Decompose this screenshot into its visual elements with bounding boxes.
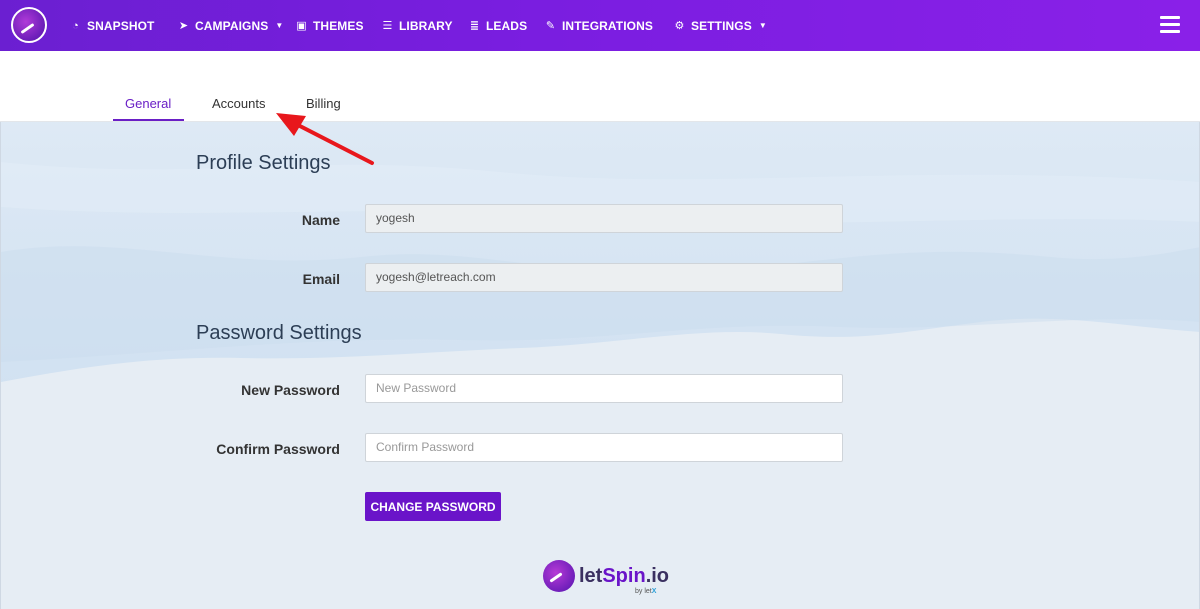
tab-billing[interactable]: Billing — [306, 96, 341, 119]
hamburger-menu-icon[interactable] — [1160, 16, 1180, 34]
logo-name-part1: let — [579, 565, 603, 587]
change-password-button[interactable]: CHANGE PASSWORD — [365, 492, 501, 521]
email-label: Email — [302, 271, 340, 287]
chevron-down-icon: ▼ — [275, 21, 284, 30]
nav-library[interactable]: ☰ LIBRARY — [381, 0, 453, 51]
logo-by-x: X — [651, 588, 657, 595]
nav-settings-label: SETTINGS — [691, 18, 752, 33]
nav-leads-label: LEADS — [486, 18, 528, 33]
new-password-label: New Password — [241, 382, 340, 398]
email-field[interactable]: yogesh@letreach.com — [365, 263, 843, 292]
nav-integrations[interactable]: ✎ INTEGRATIONS — [544, 0, 653, 51]
nav-themes[interactable]: ▣ THEMES — [295, 0, 364, 51]
watercolor-background — [1, 122, 1199, 609]
letspin-logo: letSpin.io by letX — [543, 560, 669, 595]
plug-icon: ✎ — [545, 20, 556, 32]
name-field[interactable]: yogesh — [365, 204, 843, 233]
nav-campaigns-label: CAMPAIGNS — [195, 18, 269, 33]
confirm-password-input[interactable]: Confirm Password — [365, 433, 843, 462]
list-icon: ☰ — [382, 20, 393, 32]
name-label: Name — [301, 212, 340, 228]
active-tab-indicator — [113, 119, 184, 121]
dashboard-icon: ◔ — [72, 19, 79, 32]
settings-tabs: General Accounts Billing — [0, 51, 1200, 122]
tab-accounts[interactable]: Accounts — [212, 96, 265, 119]
password-settings-title: Password Settings — [196, 322, 362, 344]
nav-campaigns[interactable]: ➤ CAMPAIGNS ▼ — [177, 0, 283, 51]
nav-integrations-label: INTEGRATIONS — [562, 18, 653, 33]
tab-general[interactable]: General — [125, 96, 171, 119]
nav-themes-label: THEMES — [313, 18, 364, 33]
brand-logo-icon[interactable] — [11, 7, 47, 43]
letspin-logo-icon — [543, 560, 575, 592]
nav-settings[interactable]: ⚙ SETTINGS ▼ — [673, 0, 767, 51]
confirm-password-label: Confirm Password — [216, 441, 340, 457]
nav-snapshot-label: SNAPSHOT — [87, 18, 155, 33]
nav-leads[interactable]: ≣ LEADS — [468, 0, 527, 51]
image-icon: ▣ — [296, 20, 307, 32]
top-navbar: ◔ SNAPSHOT ➤ CAMPAIGNS ▼ ▣ THEMES ☰ LIBR… — [0, 0, 1200, 51]
letspin-logo-text: letSpin.io — [579, 566, 669, 586]
chevron-down-icon: ▼ — [758, 21, 767, 30]
logo-by-text: by let — [635, 588, 652, 595]
logo-name-part3: .io — [645, 565, 670, 587]
settings-content: Profile Settings Name yogesh Email yoges… — [0, 122, 1200, 609]
paper-plane-icon: ➤ — [178, 20, 189, 32]
nav-snapshot[interactable]: ◔ SNAPSHOT — [69, 0, 154, 51]
new-password-input[interactable]: New Password — [365, 374, 843, 403]
profile-settings-title: Profile Settings — [196, 152, 331, 174]
nav-library-label: LIBRARY — [399, 18, 453, 33]
logo-name-part2: Spin — [602, 565, 646, 587]
cogs-icon: ⚙ — [674, 20, 685, 32]
table-icon: ≣ — [469, 20, 480, 32]
logo-byline: by letX — [635, 588, 656, 595]
